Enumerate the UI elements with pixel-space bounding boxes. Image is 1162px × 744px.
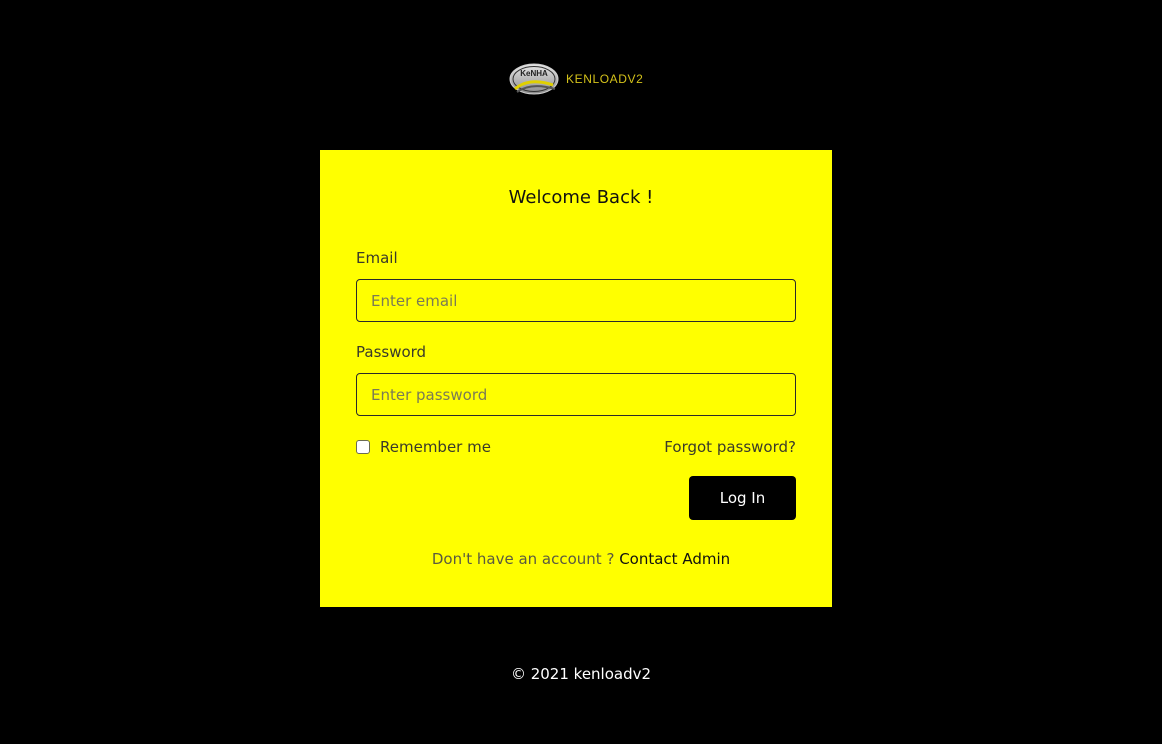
page-title: Welcome Back ! [508, 187, 654, 208]
login-button[interactable]: Log In [689, 476, 796, 520]
signup-prompt: Don't have an account ? Contact Admin [0, 549, 1162, 569]
footer-copyright: © 2021 kenloadv2 [510, 665, 652, 683]
signup-prompt-text: Don't have an account ? [431, 550, 620, 568]
email-label: Email [356, 249, 398, 267]
brand-logo[interactable]: KeNHA KENLOADV2 [509, 62, 643, 96]
remember-me-label[interactable]: Remember me [380, 437, 491, 457]
email-input[interactable] [356, 279, 796, 322]
contact-admin-link[interactable]: Contact Admin [619, 550, 730, 568]
badge-text: KeNHA [520, 69, 548, 78]
remember-me-checkbox[interactable] [356, 440, 370, 454]
kenha-badge-icon: KeNHA [509, 63, 559, 95]
forgot-password-link[interactable]: Forgot password? [664, 437, 796, 457]
login-page: KeNHA KENLOADV2 Welcome Back ! Email Pas… [0, 0, 1162, 744]
brand-name: KENLOADV2 [566, 72, 644, 86]
remember-me-row[interactable]: Remember me [356, 437, 491, 457]
password-label: Password [356, 343, 427, 361]
password-input[interactable] [356, 373, 796, 416]
